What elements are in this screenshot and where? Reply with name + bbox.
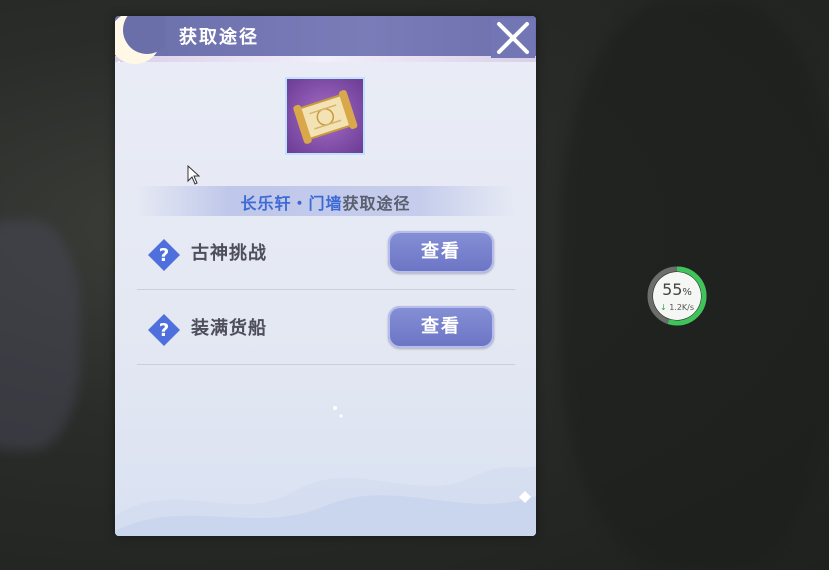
decorative-waves <box>115 406 536 536</box>
close-button[interactable] <box>491 18 535 58</box>
source-row-2: ? 装满货船 查看 <box>135 296 515 356</box>
subtitle: 长乐轩・门墙获取途径 <box>115 190 536 214</box>
download-rate: ↓ 1.2K/s <box>653 303 701 312</box>
moon-icon <box>115 16 165 64</box>
row-divider <box>137 289 515 290</box>
view-button[interactable]: 查看 <box>388 231 494 273</box>
question-icon: ? <box>148 239 180 271</box>
dialog-title: 获取途径 <box>179 27 259 48</box>
source-label: 装满货船 <box>191 318 267 339</box>
rate-value: 1.2K/s <box>669 303 695 312</box>
row-divider <box>137 364 515 365</box>
speed-readout: 55% ↓ 1.2K/s <box>653 272 701 320</box>
header-divider <box>115 56 536 62</box>
subtitle-suffix: 获取途径 <box>342 194 411 213</box>
percent-value: 55 <box>662 280 683 299</box>
source-row-1: ? 古神挑战 查看 <box>135 221 515 281</box>
network-speed-widget[interactable]: 55% ↓ 1.2K/s <box>647 266 707 326</box>
cursor-icon <box>187 165 201 185</box>
view-button[interactable]: 查看 <box>388 306 494 348</box>
acquisition-dialog: 获取途径 长乐轩・门墙获取途径 ? 古神挑战 查看 ? 装满货船 查看 <box>115 16 536 536</box>
background-shape <box>0 220 80 450</box>
svg-text:?: ? <box>159 245 169 266</box>
scroll-item-icon <box>293 90 358 144</box>
download-arrow-icon: ↓ <box>659 303 667 312</box>
question-icon: ? <box>148 314 180 346</box>
source-label: 古神挑战 <box>191 243 267 264</box>
percent-unit: % <box>682 287 692 298</box>
item-icon-frame <box>285 77 365 155</box>
item-name: 长乐轩・门墙 <box>240 194 343 213</box>
svg-text:?: ? <box>159 320 169 341</box>
usage-percent: 55% <box>653 280 701 299</box>
